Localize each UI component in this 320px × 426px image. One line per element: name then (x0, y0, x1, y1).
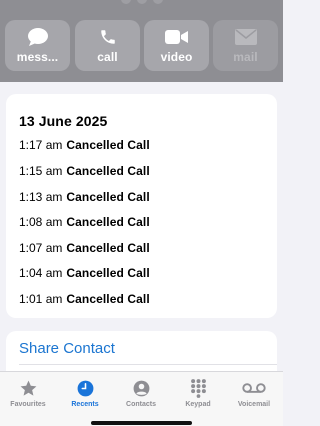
tab-label: Voicemail (237, 401, 271, 408)
tab-label: Keypad (185, 401, 211, 408)
call-status: Cancelled Call (66, 266, 150, 280)
call-history-card: 13 June 2025 1:17 am Cancelled Call 1:15 … (6, 94, 277, 318)
tab-label: Favourites (10, 401, 46, 408)
person-circle-icon (113, 378, 169, 398)
message-icon (5, 27, 70, 47)
action-buttons-row: mess... call video mail (5, 20, 278, 71)
call-time: 1:04 am (19, 266, 63, 280)
tab-recents[interactable]: Recents (57, 376, 113, 416)
home-indicator[interactable] (91, 421, 192, 425)
call-history-date: 13 June 2025 (19, 113, 108, 129)
tab-contacts[interactable]: Contacts (113, 376, 169, 416)
star-icon (0, 378, 56, 398)
keypad-icon (170, 378, 226, 398)
call-row: 1:01 am Cancelled Call (19, 292, 150, 308)
share-contact-card: Share Contact (6, 331, 277, 371)
message-button[interactable]: mess... (5, 20, 70, 71)
voicemail-icon (226, 378, 282, 398)
call-button[interactable]: call (75, 20, 140, 71)
video-button[interactable]: video (144, 20, 209, 71)
video-button-label: video (160, 50, 193, 64)
call-status: Cancelled Call (66, 292, 150, 306)
call-row: 1:08 am Cancelled Call (19, 215, 150, 231)
call-row: 1:07 am Cancelled Call (19, 241, 150, 257)
call-button-label: call (97, 50, 118, 64)
call-row: 1:13 am Cancelled Call (19, 190, 150, 206)
call-status: Cancelled Call (66, 164, 150, 178)
phone-icon (75, 27, 140, 47)
call-row: 1:04 am Cancelled Call (19, 266, 150, 282)
tab-label: Contacts (126, 401, 156, 408)
divider (19, 364, 277, 365)
tab-voicemail[interactable]: Voicemail (226, 376, 282, 416)
tab-favourites[interactable]: Favourites (0, 376, 56, 416)
tab-label: Recents (71, 401, 99, 408)
call-time: 1:07 am (19, 241, 63, 255)
call-time: 1:15 am (19, 164, 63, 178)
video-icon (144, 27, 209, 47)
call-time: 1:08 am (19, 215, 63, 229)
call-time: 1:01 am (19, 292, 63, 306)
tab-keypad[interactable]: Keypad (170, 376, 226, 416)
mail-button[interactable]: mail (213, 20, 278, 71)
call-status: Cancelled Call (66, 241, 150, 255)
call-row: 1:15 am Cancelled Call (19, 164, 150, 180)
call-time: 1:17 am (19, 138, 63, 152)
call-time: 1:13 am (19, 190, 63, 204)
tab-bar: Favourites Recents Contacts Keypad Voice… (0, 371, 283, 426)
call-status: Cancelled Call (66, 190, 150, 204)
message-button-label: mess... (16, 50, 59, 64)
mail-button-label: mail (233, 50, 258, 64)
call-row: 1:17 am Cancelled Call (19, 138, 150, 154)
call-status: Cancelled Call (66, 215, 150, 229)
contact-header: mess... call video mail (0, 0, 283, 82)
top-partial-icons (0, 0, 283, 4)
share-contact-link[interactable]: Share Contact (19, 340, 115, 357)
clock-icon (57, 378, 113, 398)
call-status: Cancelled Call (66, 138, 150, 152)
mail-icon (213, 27, 278, 47)
